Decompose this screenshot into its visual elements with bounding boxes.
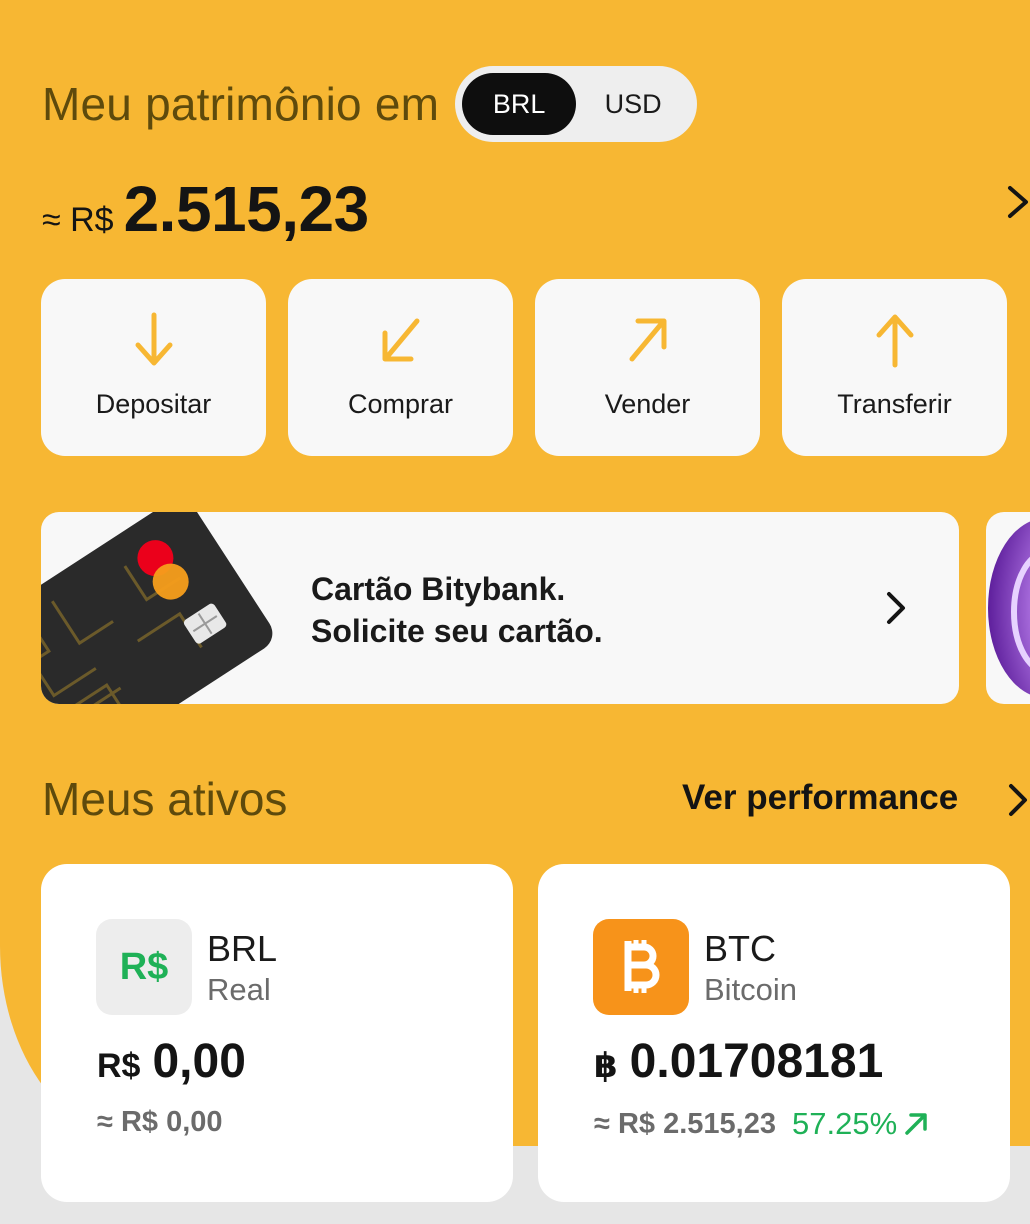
- chevron-right-icon: [887, 592, 905, 624]
- trend-up-icon: [905, 1113, 927, 1135]
- promo-subtitle: Solicite seu cartão.: [311, 613, 603, 649]
- asset-name: Real: [207, 972, 271, 1007]
- currency-option-brl[interactable]: BRL: [462, 73, 577, 135]
- asset-card-btc[interactable]: BTC Bitcoin ฿ 0.01708181 ≈ R$ 2.515,23 5…: [538, 864, 1010, 1202]
- transfer-label: Transferir: [837, 389, 952, 419]
- transfer-button[interactable]: Transferir: [782, 279, 1007, 456]
- quick-actions: Depositar Comprar Vender Transferir: [41, 279, 1007, 456]
- asset-code: BTC: [704, 928, 776, 969]
- card-promo-banner[interactable]: Cartão Bitybank. Solicite seu cartão.: [41, 512, 959, 704]
- asset-approx-value: ≈ R$ 0,00: [97, 1106, 223, 1138]
- assets-section-title: Meus ativos: [42, 773, 288, 825]
- header: Meu patrimônio em BRL USD: [42, 66, 698, 142]
- asset-amount: R$ 0,00: [97, 1034, 246, 1089]
- deposit-label: Depositar: [95, 389, 212, 419]
- asset-change-percent: 57.25%: [792, 1106, 898, 1141]
- page-title: Meu patrimônio em: [42, 78, 440, 130]
- wallet-screen: Meu patrimônio em BRL USD ≈ R$ 2.515,23 …: [0, 0, 1030, 1224]
- bitcoin-logo-icon: [593, 919, 689, 1015]
- deposit-button[interactable]: Depositar: [41, 279, 266, 456]
- asset-approx-value: ≈ R$ 2.515,23: [594, 1107, 776, 1140]
- view-performance-link[interactable]: Ver performance: [682, 778, 958, 818]
- brl-logo-text: R$: [119, 945, 169, 988]
- currency-toggle[interactable]: BRL USD: [455, 66, 698, 142]
- asset-code: BRL: [207, 928, 278, 969]
- asset-approx-row: ≈ R$ 2.515,23 57.25%: [594, 1106, 929, 1142]
- amount-symbol: R$: [97, 1047, 141, 1085]
- amount-value: 0.01708181: [629, 1035, 884, 1088]
- asset-amount: ฿ 0.01708181: [594, 1034, 883, 1089]
- asset-name: Bitcoin: [704, 972, 798, 1007]
- promo-text: Cartão Bitybank. Solicite seu cartão.: [311, 568, 603, 652]
- promo-artwork-image: [988, 521, 1030, 695]
- buy-button[interactable]: Comprar: [288, 279, 513, 456]
- asset-card-brl[interactable]: R$ BRL Real R$ 0,00 ≈ R$ 0,00: [41, 864, 513, 1202]
- sell-button[interactable]: Vender: [535, 279, 760, 456]
- arrow-down-icon: [135, 312, 172, 366]
- promo-title: Cartão Bitybank.: [311, 571, 566, 607]
- currency-option-usd[interactable]: USD: [576, 73, 690, 135]
- arrow-down-left-icon: [382, 318, 419, 362]
- brl-logo-icon: R$: [96, 919, 192, 1015]
- credit-card-image: [41, 512, 273, 704]
- arrow-up-icon: [876, 314, 913, 368]
- sell-label: Vender: [604, 389, 691, 419]
- arrow-up-right-icon: [629, 318, 666, 362]
- bitcoin-symbol-icon: [624, 940, 660, 993]
- amount-symbol: ฿: [594, 1047, 618, 1085]
- balance-display[interactable]: ≈ R$ 2.515,23: [42, 172, 369, 246]
- amount-value: 0,00: [152, 1035, 246, 1088]
- next-promo-banner[interactable]: [986, 512, 1030, 704]
- balance-prefix: ≈ R$: [42, 201, 114, 239]
- buy-label: Comprar: [347, 389, 454, 419]
- balance-value: 2.515,23: [123, 173, 370, 245]
- chevron-right-icon[interactable]: [1006, 780, 1030, 820]
- asset-approx-row: ≈ R$ 0,00: [97, 1106, 223, 1139]
- chevron-right-icon[interactable]: [1004, 180, 1030, 224]
